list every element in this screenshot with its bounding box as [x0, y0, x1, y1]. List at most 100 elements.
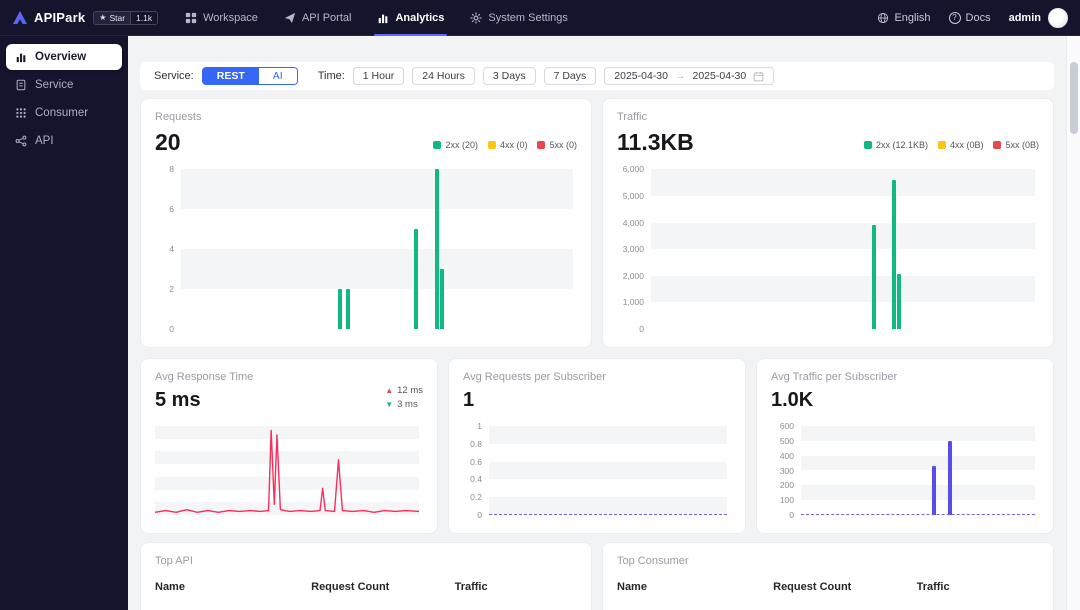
time-24hours-button[interactable]: 24 Hours [412, 67, 475, 85]
traffic-legend: 2xx (12.1KB) 4xx (0B) 5xx (0B) [863, 140, 1039, 151]
bar-chart-icon [377, 12, 389, 24]
top-consumer-title: Top Consumer [617, 555, 689, 567]
top-navbar: APIPark ★ Star 1.1k Workspace API Portal… [0, 0, 1080, 36]
avg-response-title: Avg Response Time [155, 371, 254, 383]
paper-plane-icon [284, 12, 296, 24]
legend-2xx-label: 2xx (20) [445, 140, 478, 151]
legend-4xx-label: 4xx (0) [499, 140, 528, 151]
nav-item-workspace[interactable]: Workspace [172, 0, 271, 36]
sidebar-item-overview[interactable]: Overview [6, 44, 122, 70]
calendar-icon [753, 71, 764, 82]
sidebar-consumer-label: Consumer [35, 107, 89, 119]
avg-response-value: 5 ms [155, 389, 201, 411]
time-label: Time: [317, 70, 345, 82]
star-count: 1.1k [130, 11, 158, 24]
star-icon: ★ [99, 13, 107, 22]
top-consumer-card: Top Consumer Name Request Count Traffic [602, 542, 1054, 610]
scrollbar-thumb[interactable] [1070, 62, 1078, 134]
date-start: 2025-04-30 [614, 70, 668, 82]
sidebar-item-service[interactable]: Service [6, 72, 122, 98]
tables-row: Top API Name Request Count Traffic Top C… [140, 542, 1054, 610]
traffic-value: 11.3KB [617, 129, 694, 155]
legend-4xx-swatch [937, 141, 946, 150]
language-label: English [894, 11, 931, 24]
avatar [1048, 7, 1068, 28]
legend-5xx-swatch [537, 141, 546, 150]
legend-2xx-swatch [433, 141, 442, 150]
charts-row-2: Avg Response Time 5 ms ▲ 12 ms ▼ 3 ms Avg … [140, 358, 1054, 534]
user-menu[interactable]: admin [1008, 7, 1068, 28]
workspace-icon [185, 12, 197, 24]
legend-5xx-label: 5xx (0B) [1005, 140, 1039, 151]
requests-title: Requests [155, 111, 202, 123]
sidebar-api-label: API [35, 135, 54, 147]
language-switcher[interactable]: English [877, 11, 931, 24]
response-max-value: 12 ms [397, 385, 423, 396]
filter-bar: Service: REST AI Time: 1 Hour 24 Hours 3… [140, 62, 1054, 90]
legend-5xx-label: 5xx (0) [549, 140, 577, 151]
legend-2xx-swatch [863, 141, 872, 150]
avg-traffic-subscriber-value: 1.0K [771, 389, 814, 411]
avg-response-time-card: Avg Response Time 5 ms ▲ 12 ms ▼ 3 ms [140, 358, 438, 534]
topnav-right: English ? Docs admin [877, 7, 1068, 28]
avg-traffic-subscriber-title: Avg Traffic per Subscriber [771, 371, 898, 383]
gear-icon [470, 12, 482, 24]
docs-link[interactable]: ? Docs [948, 11, 991, 24]
top-consumer-col-traffic: Traffic [916, 581, 950, 593]
grid-dots-icon [15, 107, 27, 119]
scrollbar[interactable] [1066, 36, 1080, 610]
time-3days-button[interactable]: 3 Days [482, 67, 536, 85]
nav-item-api-portal[interactable]: API Portal [271, 0, 365, 36]
date-end: 2025-04-30 [692, 70, 747, 82]
sidebar: Overview Service Consumer API [0, 36, 128, 610]
arrow-up-icon: ▲ [385, 385, 394, 395]
top-api-card: Top API Name Request Count Traffic [140, 542, 592, 610]
overview-bar-chart-icon [15, 51, 27, 63]
requests-card: Requests 20 2xx (20) 4xx (0) 5xx (0) 864… [140, 98, 592, 348]
top-consumer-col-request-count: Request Count [773, 581, 852, 593]
service-label: Service: [154, 70, 194, 82]
top-api-col-name: Name [155, 581, 185, 593]
avg-requests-subscriber-title: Avg Requests per Subscriber [463, 371, 606, 383]
nav-analytics-label: Analytics [395, 11, 445, 24]
share-nodes-icon [15, 135, 27, 147]
requests-legend: 2xx (20) 4xx (0) 5xx (0) [433, 140, 577, 150]
legend-4xx-label: 4xx (0B) [949, 140, 984, 151]
top-api-col-request-count: Request Count [311, 581, 390, 593]
sidebar-overview-label: Overview [35, 51, 87, 63]
date-range-picker[interactable]: 2025-04-30 → 2025-04-30 [604, 67, 775, 85]
service-ai-button[interactable]: AI [258, 68, 297, 84]
top-api-title: Top API [155, 555, 193, 567]
docs-label: Docs [965, 11, 991, 24]
nav-workspace-label: Workspace [203, 11, 258, 24]
main-content: Service: REST AI Time: 1 Hour 24 Hours 3… [128, 36, 1066, 610]
time-7days-button[interactable]: 7 Days [543, 67, 597, 85]
traffic-card: Traffic 11.3KB 2xx (12.1KB) 4xx (0B) 5xx… [602, 98, 1054, 348]
document-icon [15, 79, 27, 91]
sidebar-item-api[interactable]: API [6, 128, 122, 154]
top-consumer-col-name: Name [617, 581, 647, 593]
github-star-badge[interactable]: ★ Star 1.1k [93, 10, 159, 25]
username: admin [1008, 11, 1041, 24]
legend-5xx-swatch [993, 141, 1002, 150]
avg-response-chart [155, 422, 423, 521]
legend-2xx-label: 2xx (12.1KB) [875, 140, 928, 151]
top-nav-items: Workspace API Portal Analytics System Se… [172, 0, 581, 36]
avg-requests-subscriber-value: 1 [463, 389, 475, 411]
service-rest-button[interactable]: REST [202, 68, 259, 84]
brand[interactable]: APIPark [12, 10, 85, 26]
nav-item-system-settings[interactable]: System Settings [457, 0, 580, 36]
apipark-logo-icon [12, 10, 28, 26]
question-icon: ? [948, 11, 961, 24]
service-segmented-control: REST AI [201, 67, 298, 85]
nav-system-settings-label: System Settings [488, 11, 568, 24]
sidebar-item-consumer[interactable]: Consumer [6, 100, 122, 126]
traffic-title: Traffic [617, 111, 647, 123]
time-1hour-button[interactable]: 1 Hour [352, 67, 405, 85]
response-min-value: 3 ms [397, 399, 418, 410]
top-api-table-header: Name Request Count Traffic [155, 581, 577, 593]
nav-item-analytics[interactable]: Analytics [364, 0, 457, 36]
avg-traffic-subscriber-card: Avg Traffic per Subscriber 1.0K 600 500 40… [756, 358, 1054, 534]
date-arrow-icon: → [675, 70, 686, 82]
star-badge-left: ★ Star [94, 11, 131, 24]
